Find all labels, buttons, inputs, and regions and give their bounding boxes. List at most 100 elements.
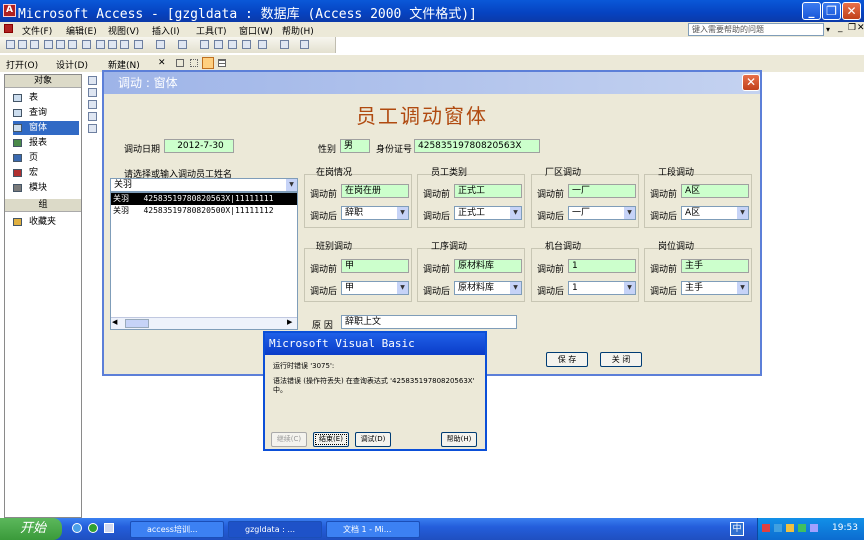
- list-view-icon[interactable]: [202, 57, 214, 69]
- tray-icon[interactable]: [762, 524, 770, 532]
- tray-icon[interactable]: [810, 524, 818, 532]
- restore-button[interactable]: ❐: [822, 2, 841, 20]
- end-button[interactable]: 结束(E): [313, 432, 349, 447]
- dropdown-arrow-icon[interactable]: ▾: [826, 25, 830, 34]
- nav-item-favorites[interactable]: 收藏夹: [13, 215, 79, 229]
- taskbar-item-browser[interactable]: access培训...: [130, 521, 224, 538]
- close-button[interactable]: ✕: [842, 2, 861, 20]
- position-after-combo[interactable]: 主手 ▼: [681, 281, 749, 295]
- continue-button[interactable]: 继续(C): [271, 432, 307, 447]
- copy-icon[interactable]: [108, 40, 117, 49]
- category-after-combo[interactable]: 正式工 ▼: [454, 206, 522, 220]
- delete-button[interactable]: ✕: [158, 58, 166, 68]
- plant-after-combo[interactable]: 一厂 ▼: [568, 206, 636, 220]
- code-icon[interactable]: [200, 40, 209, 49]
- office-links-icon[interactable]: [156, 40, 165, 49]
- access-app-icon[interactable]: A: [3, 4, 16, 17]
- chevron-down-icon[interactable]: ▼: [510, 207, 521, 219]
- media-quicklaunch-icon[interactable]: [88, 523, 98, 533]
- paste-icon[interactable]: [120, 40, 129, 49]
- gender-field[interactable]: 男: [340, 139, 370, 153]
- employee-name-combo[interactable]: 关羽 ▼: [110, 178, 298, 192]
- chevron-down-icon[interactable]: ▼: [510, 282, 521, 294]
- chevron-down-icon[interactable]: ▼: [737, 282, 748, 294]
- process-after-combo[interactable]: 原材料库 ▼: [454, 281, 522, 295]
- form-object-icon[interactable]: [88, 112, 97, 121]
- doc-minimize-icon[interactable]: _: [838, 23, 843, 33]
- taskbar-item-word[interactable]: 文档 1 - Mi...: [326, 521, 420, 538]
- properties-icon[interactable]: [228, 40, 237, 49]
- form-close-button[interactable]: ✕: [742, 74, 760, 91]
- scroll-left-icon[interactable]: ◀: [112, 318, 117, 326]
- small-icons-icon[interactable]: [190, 59, 198, 67]
- menu-tools[interactable]: 工具(T): [196, 24, 227, 37]
- search-icon[interactable]: [44, 40, 53, 49]
- design-button[interactable]: 设计(D): [56, 58, 88, 71]
- undo-icon[interactable]: [134, 40, 143, 49]
- form-object-icon[interactable]: [88, 88, 97, 97]
- nav-item-pages[interactable]: 页: [13, 151, 79, 165]
- menu-view[interactable]: 视图(V): [108, 24, 139, 37]
- debug-button[interactable]: 调试(D): [355, 432, 391, 447]
- chevron-down-icon[interactable]: ▼: [286, 179, 297, 191]
- details-view-icon[interactable]: [218, 59, 226, 67]
- chevron-down-icon[interactable]: ▼: [397, 282, 408, 294]
- tray-icon[interactable]: [798, 524, 806, 532]
- employee-list[interactable]: 关羽 42583519780820563X|11111111 关羽 425835…: [110, 192, 298, 330]
- new-object-icon[interactable]: [258, 40, 267, 49]
- section-before-field[interactable]: A区: [681, 184, 749, 198]
- machine-before-field[interactable]: 1: [568, 259, 636, 273]
- new-icon[interactable]: [6, 40, 15, 49]
- status-before-field[interactable]: 在岗在册: [341, 184, 409, 198]
- spell-icon[interactable]: [82, 40, 91, 49]
- desktop-quicklaunch-icon[interactable]: [104, 523, 114, 533]
- tray-icon[interactable]: [786, 524, 794, 532]
- form-object-icon[interactable]: [88, 76, 97, 85]
- menu-window[interactable]: 窗口(W): [239, 24, 273, 37]
- menu-edit[interactable]: 编辑(E): [66, 24, 97, 37]
- plant-before-field[interactable]: 一厂: [568, 184, 636, 198]
- open-button[interactable]: 打开(O): [6, 58, 38, 71]
- taskbar-item-access[interactable]: gzgldata : ...: [228, 521, 322, 538]
- chevron-down-icon[interactable]: ▼: [624, 282, 635, 294]
- analyze-icon[interactable]: [178, 40, 187, 49]
- id-number-field[interactable]: 42583519780820563X: [414, 139, 540, 153]
- database-window-icon[interactable]: [280, 40, 289, 49]
- large-icons-icon[interactable]: [176, 59, 184, 67]
- section-after-combo[interactable]: A区 ▼: [681, 206, 749, 220]
- help-icon[interactable]: [300, 40, 309, 49]
- position-before-field[interactable]: 主手: [681, 259, 749, 273]
- minimize-button[interactable]: _: [802, 2, 821, 20]
- scroll-right-icon[interactable]: ▶: [287, 318, 292, 326]
- scroll-thumb[interactable]: [125, 319, 149, 328]
- start-button[interactable]: 开始: [0, 518, 62, 540]
- print-icon[interactable]: [56, 40, 65, 49]
- help-button[interactable]: 帮助(H): [441, 432, 477, 447]
- nav-item-queries[interactable]: 查询: [13, 106, 79, 120]
- save-icon[interactable]: [30, 40, 39, 49]
- ie-quicklaunch-icon[interactable]: [72, 523, 82, 533]
- chevron-down-icon[interactable]: ▼: [737, 207, 748, 219]
- nav-item-forms[interactable]: 窗体: [13, 121, 79, 135]
- machine-after-combo[interactable]: 1 ▼: [568, 281, 636, 295]
- nav-item-tables[interactable]: 表: [13, 91, 79, 105]
- shift-before-field[interactable]: 甲: [341, 259, 409, 273]
- nav-item-reports[interactable]: 报表: [13, 136, 79, 150]
- process-before-field[interactable]: 原材料库: [454, 259, 522, 273]
- cut-icon[interactable]: [96, 40, 105, 49]
- form-object-icon[interactable]: [88, 124, 97, 133]
- chevron-down-icon[interactable]: ▼: [624, 207, 635, 219]
- menu-help[interactable]: 帮助(H): [282, 24, 314, 37]
- doc-close-icon[interactable]: ✕: [857, 23, 864, 33]
- script-icon[interactable]: [214, 40, 223, 49]
- list-item[interactable]: 关羽 42583519780820563X|11111111: [111, 193, 297, 205]
- date-field[interactable]: 2012-7-30: [164, 139, 234, 153]
- nav-item-modules[interactable]: 模块: [13, 181, 79, 195]
- menu-insert[interactable]: 插入(I): [152, 24, 180, 37]
- nav-item-macros[interactable]: 宏: [13, 166, 79, 180]
- reason-input[interactable]: 辞职上文: [341, 315, 517, 329]
- status-after-combo[interactable]: 辞职 ▼: [341, 206, 409, 220]
- chevron-down-icon[interactable]: ▼: [397, 207, 408, 219]
- doc-restore-icon[interactable]: ❐: [848, 23, 856, 33]
- ime-indicator[interactable]: 中: [730, 522, 744, 536]
